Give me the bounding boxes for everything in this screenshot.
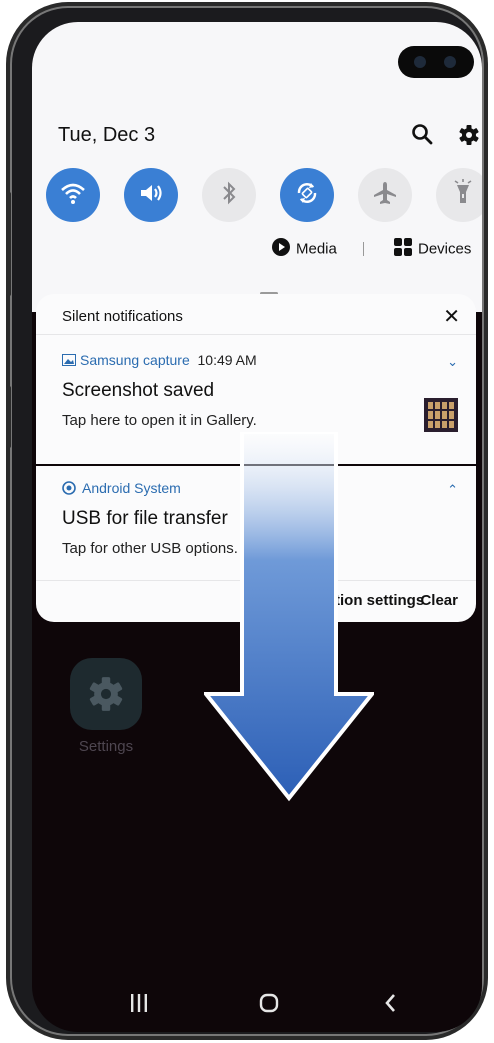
notification-shade: Tue, Dec 3 Media Devices [32, 22, 482, 312]
screen: Tue, Dec 3 Media Devices Silent notifica… [32, 22, 482, 1032]
notification-app-line: Android System [62, 480, 181, 498]
notification-subtitle: Tap here to open it in Gallery. [62, 412, 257, 429]
notification-card[interactable]: Android System ⌃ USB for file transfer T… [36, 466, 476, 622]
divider [36, 334, 476, 335]
notification-time: 10:49 AM [197, 352, 257, 368]
wifi-icon [59, 181, 87, 210]
divider [36, 580, 476, 581]
sound-toggle[interactable] [124, 168, 178, 222]
close-icon[interactable]: ✕ [443, 304, 460, 329]
silent-notifications-header: Silent notifications [62, 308, 183, 325]
gallery-icon [62, 353, 76, 369]
notification-card[interactable]: Silent notifications ✕ Samsung capture 1… [36, 294, 476, 464]
airplane-mode-toggle[interactable] [358, 168, 412, 222]
clear-button[interactable]: Clear [420, 592, 458, 609]
recent-apps-icon[interactable] [130, 992, 148, 1021]
media-button[interactable]: Media [272, 238, 337, 262]
chevron-up-icon[interactable]: ⌃ [447, 482, 458, 498]
search-icon[interactable] [410, 122, 436, 148]
bluetooth-icon [219, 180, 239, 211]
notification-title: USB for file transfer [62, 508, 228, 529]
notification-app-line: Samsung capture 10:49 AM [62, 352, 257, 369]
gear-icon[interactable] [456, 122, 482, 148]
settings-app-shortcut[interactable]: Settings [70, 658, 142, 755]
navigation-bar [32, 982, 482, 1032]
media-divider [363, 242, 364, 256]
front-camera [398, 46, 474, 78]
wifi-toggle[interactable] [46, 168, 100, 222]
flashlight-icon [451, 178, 475, 212]
screenshot-thumbnail[interactable] [424, 398, 458, 432]
chevron-down-icon[interactable]: ⌄ [447, 354, 458, 370]
volume-button [6, 192, 11, 296]
date-label: Tue, Dec 3 [58, 124, 156, 146]
devices-button[interactable]: Devices [394, 238, 471, 262]
notification-settings-button[interactable]: Notification settings [280, 592, 424, 609]
home-icon[interactable] [258, 992, 280, 1021]
app-name: Android System [82, 480, 181, 496]
settings-gear-icon [70, 658, 142, 730]
auto-rotate-toggle[interactable] [280, 168, 334, 222]
flashlight-toggle[interactable] [436, 168, 482, 222]
devices-label: Devices [418, 240, 472, 258]
airplane-icon [371, 179, 399, 212]
bixby-button [6, 386, 11, 448]
android-system-icon [62, 480, 76, 498]
quick-settings-row [32, 168, 482, 228]
auto-rotate-icon [293, 179, 321, 212]
back-icon[interactable] [382, 992, 400, 1021]
settings-app-label: Settings [78, 738, 134, 755]
media-label: Media [296, 240, 337, 258]
play-icon [272, 238, 290, 260]
notification-title: Screenshot saved [62, 380, 215, 401]
volume-icon [137, 181, 165, 210]
bluetooth-toggle[interactable] [202, 168, 256, 222]
notification-subtitle: Tap for other USB options. [62, 540, 238, 557]
app-name: Samsung capture [80, 352, 190, 368]
devices-icon [394, 238, 412, 260]
phone-frame: Tue, Dec 3 Media Devices Silent notifica… [6, 6, 484, 1036]
